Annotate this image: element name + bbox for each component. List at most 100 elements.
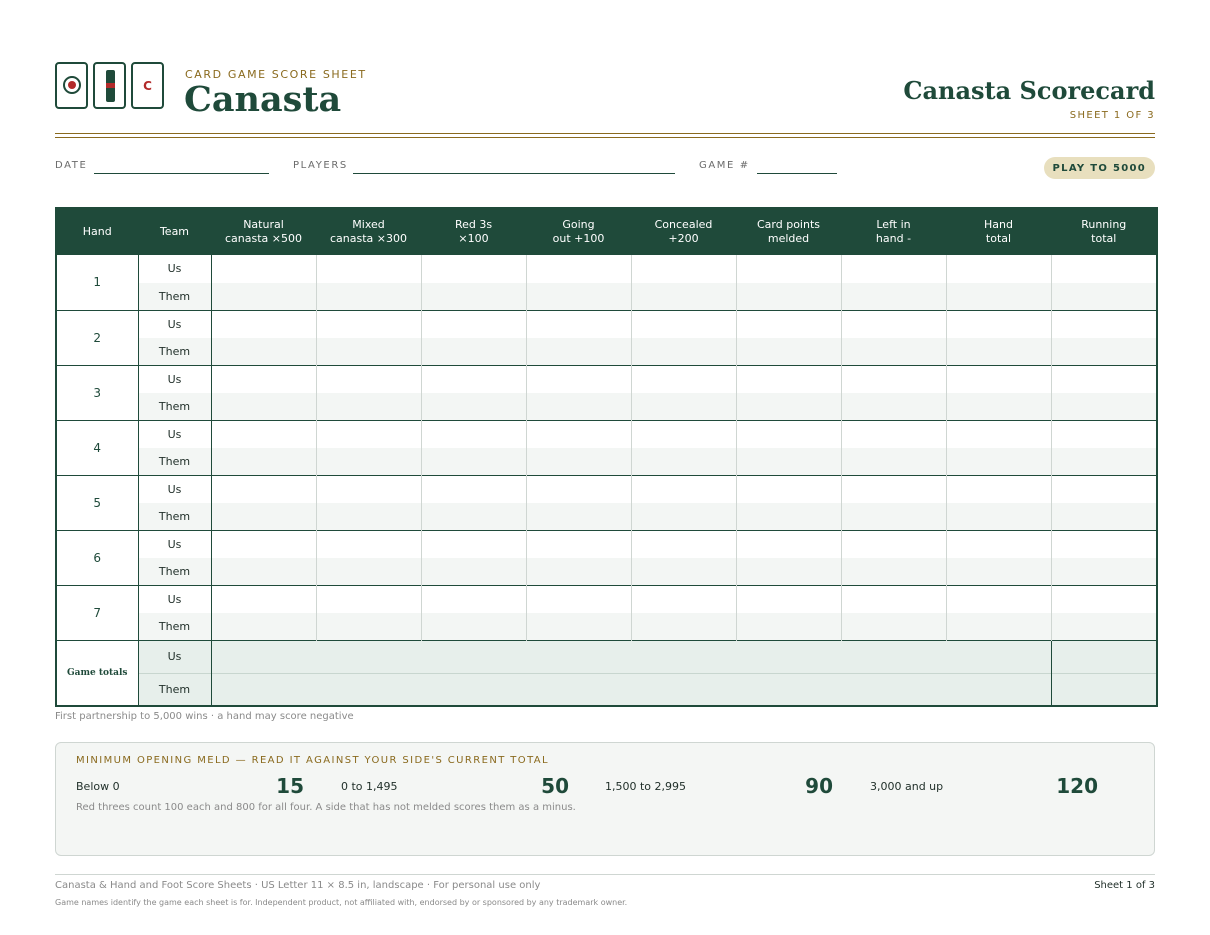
- score-cell[interactable]: [1050, 612, 1157, 640]
- score-cell[interactable]: [1050, 392, 1157, 420]
- score-cell[interactable]: [420, 255, 526, 283]
- score-cell[interactable]: [210, 447, 316, 475]
- score-cell[interactable]: [945, 337, 1051, 365]
- score-cell[interactable]: [1050, 529, 1157, 558]
- score-cell[interactable]: [735, 584, 841, 613]
- score-cell[interactable]: [630, 364, 736, 393]
- score-cell[interactable]: [315, 612, 421, 640]
- score-cell[interactable]: [840, 419, 946, 448]
- score-cell[interactable]: [945, 364, 1051, 393]
- score-cell[interactable]: [735, 282, 841, 310]
- score-cell[interactable]: [525, 337, 631, 365]
- score-cell[interactable]: [420, 419, 526, 448]
- players-field[interactable]: [353, 173, 675, 174]
- score-cell[interactable]: [1050, 419, 1157, 448]
- score-cell[interactable]: [840, 282, 946, 310]
- score-cell[interactable]: [525, 612, 631, 640]
- score-cell[interactable]: [735, 529, 841, 558]
- score-cell[interactable]: [210, 474, 316, 503]
- score-cell[interactable]: [735, 392, 841, 420]
- running-total-cell[interactable]: [1050, 672, 1157, 706]
- score-cell[interactable]: [840, 392, 946, 420]
- score-cell[interactable]: [735, 255, 841, 283]
- score-cell[interactable]: [945, 612, 1051, 640]
- score-cell[interactable]: [210, 557, 316, 585]
- score-cell[interactable]: [735, 447, 841, 475]
- score-cell[interactable]: [630, 419, 736, 448]
- score-cell[interactable]: [315, 529, 421, 558]
- score-cell[interactable]: [945, 529, 1051, 558]
- score-cell[interactable]: [735, 364, 841, 393]
- score-cell[interactable]: [525, 529, 631, 558]
- score-cell[interactable]: [630, 584, 736, 613]
- score-cell[interactable]: [1050, 557, 1157, 585]
- score-cell[interactable]: [525, 309, 631, 338]
- score-cell[interactable]: [630, 529, 736, 558]
- score-cell[interactable]: [840, 474, 946, 503]
- score-cell[interactable]: [630, 392, 736, 420]
- score-cell[interactable]: [420, 584, 526, 613]
- score-cell[interactable]: [315, 364, 421, 393]
- score-cell[interactable]: [210, 529, 316, 558]
- score-cell[interactable]: [1050, 282, 1157, 310]
- score-cell[interactable]: [630, 255, 736, 283]
- score-cell[interactable]: [735, 419, 841, 448]
- score-cell[interactable]: [630, 447, 736, 475]
- score-cell[interactable]: [630, 309, 736, 338]
- score-cell[interactable]: [420, 282, 526, 310]
- score-cell[interactable]: [420, 474, 526, 503]
- score-cell[interactable]: [525, 502, 631, 530]
- score-cell[interactable]: [315, 474, 421, 503]
- score-cell[interactable]: [840, 502, 946, 530]
- score-cell[interactable]: [945, 419, 1051, 448]
- score-cell[interactable]: [1050, 364, 1157, 393]
- score-cell[interactable]: [945, 474, 1051, 503]
- score-cell[interactable]: [840, 309, 946, 338]
- score-cell[interactable]: [210, 337, 316, 365]
- score-cell[interactable]: [525, 584, 631, 613]
- score-cell[interactable]: [840, 364, 946, 393]
- score-cell[interactable]: [420, 557, 526, 585]
- score-cell[interactable]: [945, 557, 1051, 585]
- score-cell[interactable]: [630, 612, 736, 640]
- score-cell[interactable]: [525, 392, 631, 420]
- score-cell[interactable]: [210, 584, 316, 613]
- score-cell[interactable]: [840, 447, 946, 475]
- score-cell[interactable]: [945, 309, 1051, 338]
- score-cell[interactable]: [735, 337, 841, 365]
- score-cell[interactable]: [630, 474, 736, 503]
- score-cell[interactable]: [630, 337, 736, 365]
- running-total-cell[interactable]: [1050, 639, 1157, 673]
- score-cell[interactable]: [315, 309, 421, 338]
- score-cell[interactable]: [315, 502, 421, 530]
- score-cell[interactable]: [630, 282, 736, 310]
- score-cell[interactable]: [420, 309, 526, 338]
- score-cell[interactable]: [420, 337, 526, 365]
- score-cell[interactable]: [315, 557, 421, 585]
- date-field[interactable]: [94, 173, 269, 174]
- score-cell[interactable]: [735, 474, 841, 503]
- score-cell[interactable]: [525, 364, 631, 393]
- score-cell[interactable]: [210, 502, 316, 530]
- score-cell[interactable]: [630, 557, 736, 585]
- score-cell[interactable]: [735, 612, 841, 640]
- score-cell[interactable]: [210, 309, 316, 338]
- score-cell[interactable]: [210, 364, 316, 393]
- score-cell[interactable]: [525, 474, 631, 503]
- score-cell[interactable]: [315, 392, 421, 420]
- score-cell[interactable]: [1050, 584, 1157, 613]
- score-cell[interactable]: [840, 529, 946, 558]
- score-cell[interactable]: [420, 392, 526, 420]
- score-cell[interactable]: [945, 282, 1051, 310]
- score-cell[interactable]: [840, 584, 946, 613]
- score-cell[interactable]: [210, 255, 316, 283]
- score-cell[interactable]: [1050, 474, 1157, 503]
- score-cell[interactable]: [1050, 502, 1157, 530]
- score-cell[interactable]: [210, 419, 316, 448]
- score-cell[interactable]: [420, 502, 526, 530]
- score-cell[interactable]: [1050, 447, 1157, 475]
- score-cell[interactable]: [525, 282, 631, 310]
- score-cell[interactable]: [420, 612, 526, 640]
- score-cell[interactable]: [315, 255, 421, 283]
- score-cell[interactable]: [525, 255, 631, 283]
